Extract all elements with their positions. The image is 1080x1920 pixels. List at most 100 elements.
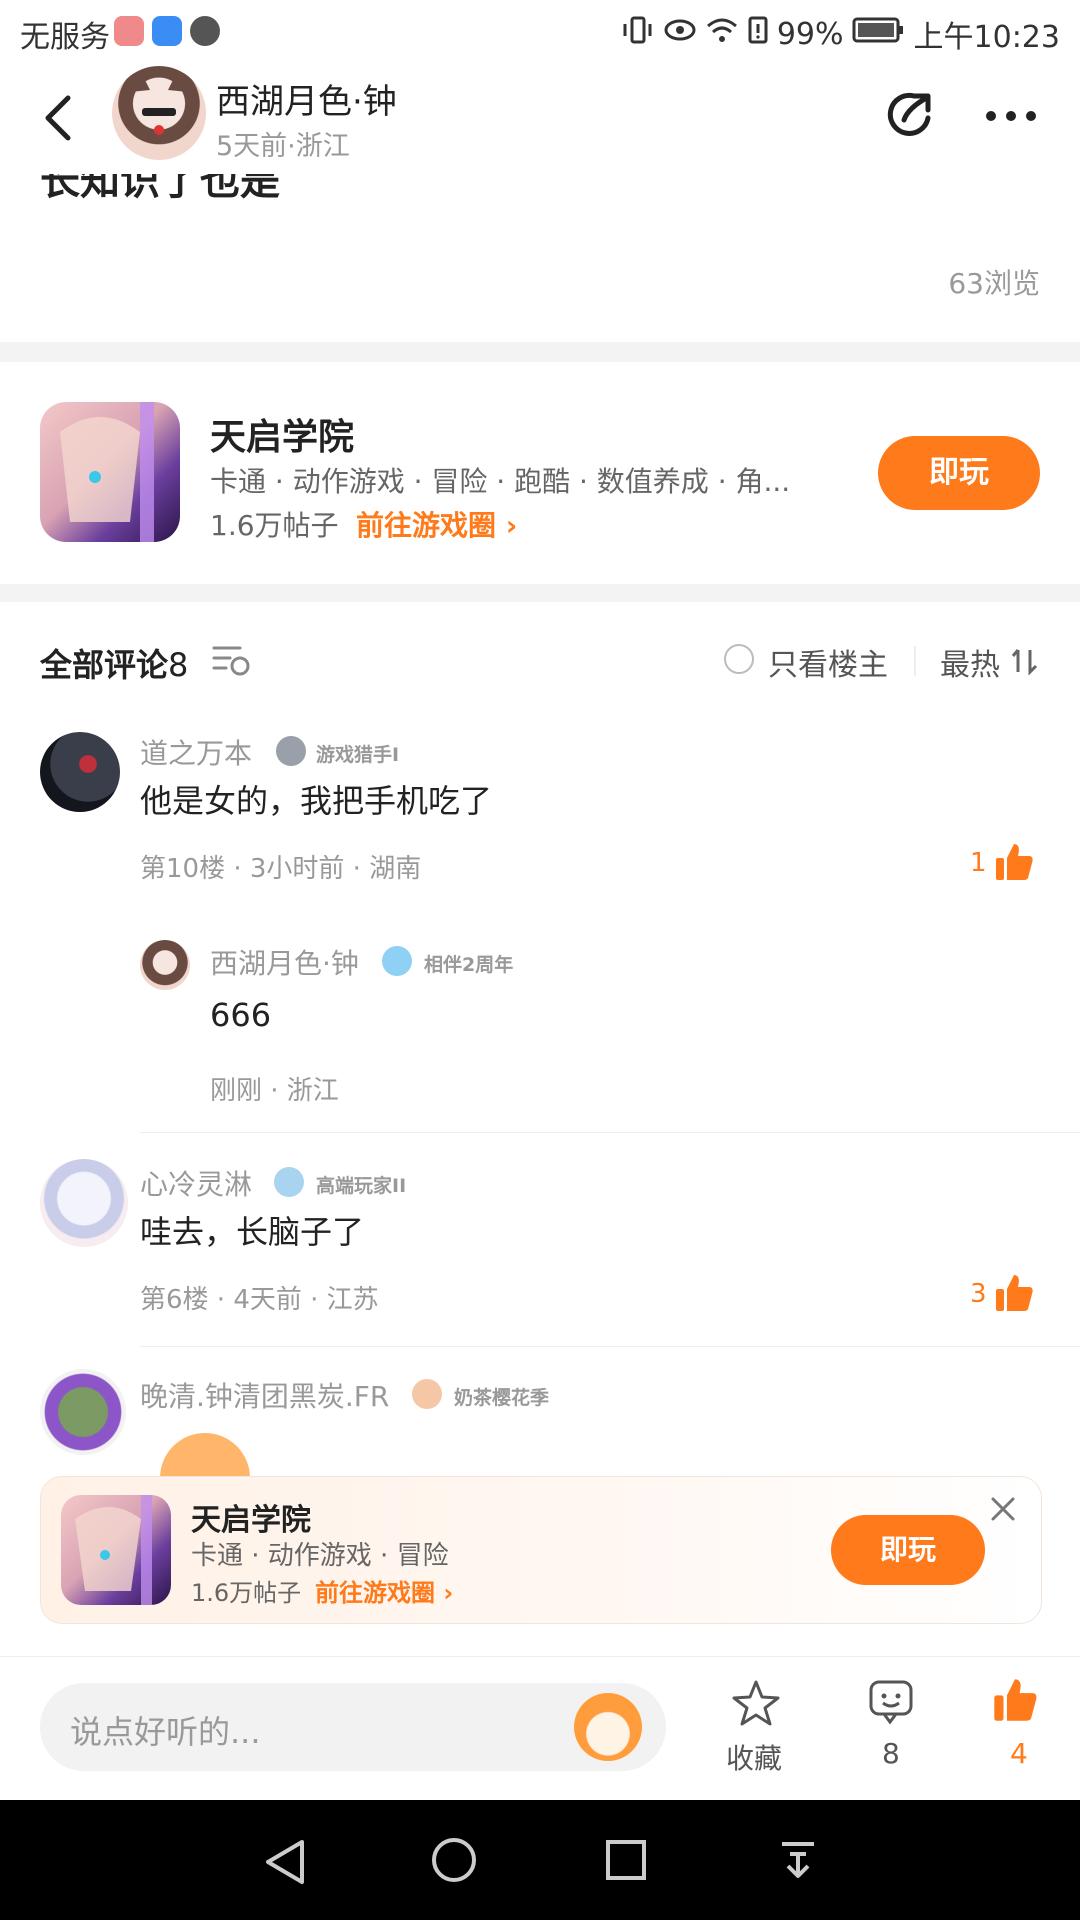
- play-button[interactable]: 即玩: [831, 1515, 985, 1585]
- comment-input[interactable]: 说点好听的...: [40, 1683, 666, 1771]
- status-bar: 无服务 99% 上午10:23: [0, 0, 1080, 62]
- author-avatar[interactable]: [112, 66, 206, 160]
- clock: 上午10:23: [913, 20, 1060, 55]
- floating-game-card[interactable]: 天启学院 卡通 · 动作游戏 · 冒险 1.6万帖子 前往游戏圈 › 即玩: [40, 1476, 1042, 1624]
- game-tags: 卡通 · 动作游戏 · 冒险: [191, 1541, 449, 1571]
- comment-button[interactable]: [868, 1679, 914, 1729]
- emoji-mascot-icon[interactable]: [574, 1693, 642, 1761]
- game-icon[interactable]: [40, 402, 180, 542]
- favorite-label[interactable]: 收藏: [726, 1737, 782, 1777]
- star-icon: [732, 1680, 780, 1726]
- reply-meta: 刚刚 · 浙江: [210, 1076, 339, 1106]
- commenter-avatar[interactable]: [40, 1159, 128, 1247]
- commenter-name[interactable]: 心冷灵淋: [140, 1163, 252, 1203]
- thumbs-up-icon[interactable]: [994, 842, 1034, 886]
- game-icon[interactable]: [61, 1495, 171, 1605]
- battery-icon: [852, 16, 906, 52]
- nav-back-icon[interactable]: [262, 1838, 308, 1890]
- like-count: 1: [970, 848, 987, 878]
- comment-item[interactable]: 道之万本 游戏猎手I 他是女的，我把手机吃了 第10楼 · 3小时前 · 湖南 …: [0, 712, 1080, 912]
- commenter-name[interactable]: 道之万本: [140, 732, 252, 772]
- game-title: 天启学院: [210, 417, 355, 458]
- share-icon[interactable]: [884, 88, 938, 146]
- like-count[interactable]: 4: [1010, 1737, 1028, 1770]
- comment-count[interactable]: 8: [882, 1737, 900, 1770]
- close-icon[interactable]: [989, 1495, 1017, 1527]
- sticker-image: [160, 1433, 250, 1477]
- milktea-badge-icon: [412, 1379, 442, 1409]
- comment-text: 哇去，长脑子了: [140, 1213, 365, 1251]
- view-count: 63浏览: [948, 267, 1040, 300]
- comment-icon: [869, 1680, 913, 1725]
- only-op-radio[interactable]: [724, 644, 754, 674]
- commenter-avatar[interactable]: [40, 1369, 126, 1455]
- system-nav-bar: [0, 1800, 1080, 1920]
- commenter-name[interactable]: 晚清.钟清团黑炭.FR: [140, 1375, 389, 1415]
- reply-avatar[interactable]: [140, 940, 190, 990]
- sort-label[interactable]: 最热: [940, 640, 1000, 684]
- chevron-right-icon: ›: [443, 1579, 454, 1607]
- reply-item[interactable]: 西湖月色·钟 相伴2周年 666 刚刚 · 浙江: [0, 912, 1080, 1132]
- nav-home-icon[interactable]: [430, 1836, 478, 1888]
- post-header: 西湖月色·钟 5天前·浙江: [0, 62, 1080, 174]
- comment-item[interactable]: 晚清.钟清团黑炭.FR 奶茶樱花季: [0, 1347, 1080, 1477]
- comment-item[interactable]: 心冷灵淋 高端玩家II 哇去，长脑子了 第6楼 · 4天前 · 江苏 3: [0, 1133, 1080, 1343]
- game-post-count: 1.6万帖子: [191, 1579, 302, 1607]
- comment-meta: 第10楼 · 3小时前 · 湖南: [140, 854, 422, 884]
- game-card[interactable]: 天启学院 卡通 · 动作游戏 · 冒险 · 跑酷 · 数值养成 · 角... 1…: [0, 362, 1080, 584]
- nav-recents-icon[interactable]: [604, 1838, 648, 1886]
- vertical-divider: [914, 646, 916, 676]
- only-op-label[interactable]: 只看楼主: [768, 640, 888, 684]
- comment-input-placeholder: 说点好听的...: [70, 1713, 261, 1751]
- nav-notification-icon[interactable]: [776, 1838, 820, 1886]
- game-title: 天启学院: [191, 1503, 311, 1538]
- reply-text: 666: [210, 996, 272, 1034]
- game-post-count: 1.6万帖子: [210, 509, 339, 542]
- game-tags: 卡通 · 动作游戏 · 冒险 · 跑酷 · 数值养成 · 角...: [210, 465, 791, 498]
- author-name[interactable]: 西湖月色·钟: [216, 74, 397, 123]
- status-right: 99% 上午10:23: [621, 12, 1060, 56]
- app-notification-icon: [114, 16, 144, 46]
- goto-circle-label: 前往游戏圈: [315, 1579, 435, 1607]
- like-count: 3: [970, 1279, 987, 1309]
- commenter-avatar[interactable]: [40, 732, 120, 812]
- bottom-action-bar: 说点好听的... 收藏 8 4: [0, 1656, 1080, 1801]
- comment-text: 他是女的，我把手机吃了: [140, 782, 493, 820]
- post-body-tail: 长知识了也是 63浏览: [0, 174, 1080, 342]
- sort-icon[interactable]: [1010, 646, 1040, 680]
- goto-circle-label: 前往游戏圈: [356, 509, 497, 542]
- thumbs-up-icon[interactable]: [994, 1273, 1034, 1317]
- post-meta: 5天前·浙江: [216, 131, 350, 162]
- battery-percent: 99%: [776, 16, 844, 52]
- eye-icon: [663, 15, 697, 53]
- goto-circle-link[interactable]: 前往游戏圈 ›: [356, 504, 517, 544]
- favorite-button[interactable]: [726, 1679, 786, 1731]
- commenter-badge: 游戏猎手I: [316, 744, 400, 766]
- goto-circle-link[interactable]: 前往游戏圈 ›: [315, 1573, 453, 1608]
- back-icon[interactable]: [40, 94, 76, 146]
- anniversary-badge-icon: [382, 946, 412, 976]
- commenter-badge: 奶茶樱花季: [454, 1387, 550, 1409]
- section-gap: [0, 342, 1080, 362]
- sim-alert-icon: [747, 15, 769, 53]
- post-text: 长知识了也是: [40, 174, 280, 204]
- carrier-label: 无服务: [20, 20, 110, 55]
- thumbs-up-icon: [994, 1679, 1037, 1721]
- more-icon[interactable]: [984, 108, 1038, 127]
- shield-icon: [152, 16, 182, 46]
- vibrate-icon: [621, 15, 655, 53]
- comments-title: 全部评论8: [40, 640, 188, 686]
- filter-icon[interactable]: [210, 642, 252, 682]
- play-button[interactable]: 即玩: [878, 436, 1040, 510]
- reply-author[interactable]: 西湖月色·钟: [210, 942, 359, 982]
- comments-header: 全部评论8 只看楼主 最热: [0, 602, 1080, 712]
- like-button[interactable]: [992, 1677, 1038, 1727]
- comments-count: 8: [168, 646, 189, 684]
- chat-app-icon: [190, 16, 220, 46]
- commenter-badge: 高端玩家II: [316, 1175, 407, 1197]
- chevron-right-icon: ›: [505, 509, 518, 542]
- hunter-badge-icon: [276, 736, 306, 766]
- player-badge-icon: [274, 1167, 304, 1197]
- wifi-icon: [705, 15, 739, 53]
- section-gap: [0, 584, 1080, 602]
